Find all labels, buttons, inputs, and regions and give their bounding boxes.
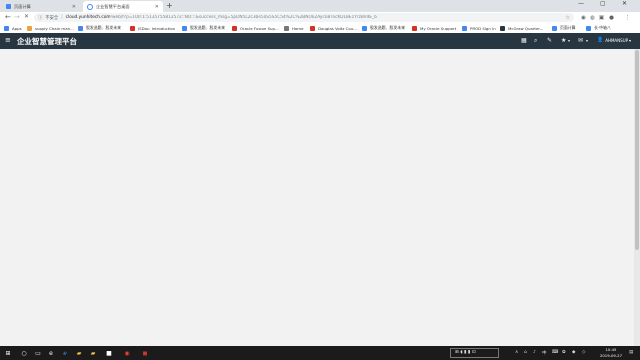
bookmark-item[interactable]: Douglas Voltz Cou... <box>310 24 357 32</box>
separator: | <box>61 15 63 20</box>
bookmark-item[interactable]: 页面计算 <box>552 24 576 32</box>
close-window-button[interactable]: ✕ <box>622 0 627 7</box>
browser-tab-active[interactable]: 企业智慧平台桌面 ✕ <box>83 1 163 12</box>
notifications-icon[interactable]: ▤ <box>629 350 633 355</box>
bookmark-apps[interactable]: Apps <box>4 24 22 32</box>
user-icon: 👤 <box>597 37 604 43</box>
folder-icon[interactable]: ▰ <box>89 349 97 357</box>
forward-icon[interactable]: → <box>14 13 20 21</box>
bookmark-icon <box>500 25 505 31</box>
chevron-down-icon[interactable]: ▾ <box>586 38 588 43</box>
search-icon[interactable]: ○ <box>20 349 28 357</box>
bookmark-item[interactable]: 股发选题、股发未来 <box>78 24 121 32</box>
file-explorer-icon[interactable]: ▰ <box>75 349 83 357</box>
browser-toolbar: ← → ✕ ⓘ 不安全 | cloud.yunhitech.com /web/f… <box>0 12 640 23</box>
hamburger-menu-icon[interactable]: ≡ <box>5 36 11 44</box>
bookmark-icon <box>284 25 289 31</box>
chevron-down-icon[interactable]: ▾ <box>568 38 570 43</box>
clock-date: 2019-09-27 <box>599 352 623 358</box>
security-label: 不安全 <box>45 15 59 21</box>
chevron-up-icon[interactable]: ∧ <box>515 350 518 355</box>
app-tray-icon[interactable]: ◇ <box>582 350 585 355</box>
extension-icon[interactable]: ▣ <box>598 14 605 21</box>
new-tab-button[interactable]: + <box>166 1 173 10</box>
system-clock[interactable]: 10:45 2019-09-27 <box>597 347 625 358</box>
bookmark-item[interactable]: Home <box>284 24 304 32</box>
loading-icon <box>87 3 93 10</box>
reload-icon[interactable]: ✕ <box>24 13 29 20</box>
app-icon[interactable]: ◼ <box>141 349 149 357</box>
bookmark-icon <box>232 25 237 31</box>
edge-icon[interactable]: e <box>47 349 55 357</box>
bookmark-icon <box>462 25 467 31</box>
edit-icon[interactable]: ✎ <box>547 37 552 44</box>
bookmark-item[interactable]: PROD Sign In <box>462 24 496 32</box>
minimize-button[interactable]: — <box>578 0 584 7</box>
chevron-down-icon: ▾ <box>629 37 632 43</box>
bookmark-item[interactable]: 长·中轴八 <box>586 24 611 32</box>
ie-icon[interactable]: ℯ <box>61 349 69 357</box>
task-view-icon[interactable]: ▭ <box>34 349 42 357</box>
bookmark-item[interactable]: 股发选题、股发未来 <box>182 24 225 32</box>
main-content <box>0 49 634 346</box>
search-icon[interactable]: ⌕ <box>534 37 537 45</box>
bookmark-icon <box>552 25 557 31</box>
scrollbar-thumb[interactable] <box>635 50 639 250</box>
user-menu[interactable]: 👤 AHMANSUP ▾ <box>597 37 631 43</box>
close-tab-icon[interactable]: ✕ <box>72 4 76 10</box>
taskbar: ⊞ ○ ▭ e ℯ ▰ ▰ ■ ◉ ◼ ⊞ ◖ ▮ ▮ ⊡ ∧ ⌂ ♪ 中 ⌨ … <box>0 346 640 360</box>
bookmark-icon <box>412 25 417 31</box>
close-tab-icon[interactable]: ✕ <box>155 4 159 10</box>
bookmark-star-icon[interactable]: ☆ <box>566 15 570 21</box>
bookmark-item[interactable]: JSDoc: Introduction <box>130 24 175 32</box>
app-tray-icon[interactable]: ◆ <box>572 350 575 355</box>
star-icon[interactable]: ★ <box>561 37 566 44</box>
maximize-button[interactable]: ▢ <box>600 0 606 7</box>
keyboard-icon[interactable]: ⌨ <box>552 350 559 355</box>
bookmark-icon <box>130 25 135 31</box>
bookmark-item[interactable]: McGraw Quarter... <box>500 24 543 32</box>
bookmark-item[interactable]: My Oracle Support <box>412 24 456 32</box>
url-host: cloud.yunhitech.com <box>65 15 111 20</box>
volume-icon[interactable]: ♪ <box>533 350 536 355</box>
menu-dots-icon[interactable]: ⋮ <box>624 14 631 21</box>
bookmark-icon <box>78 25 83 31</box>
browser-tab-strip: 页面计算 ✕ 企业智慧平台桌面 ✕ + — ▢ ✕ <box>0 0 640 12</box>
chrome-icon[interactable]: ◉ <box>123 349 131 357</box>
bookmark-icon <box>182 25 187 31</box>
bookmark-item[interactable]: Oracle Fusion Sup... <box>232 24 279 32</box>
browser-tab[interactable]: 页面计算 ✕ <box>2 1 80 12</box>
app-icon[interactable]: ■ <box>105 349 113 357</box>
mail-icon[interactable]: ✉ <box>578 37 583 44</box>
tab-title: 页面计算 <box>14 3 31 9</box>
extension-icon[interactable]: ◉ <box>580 14 587 21</box>
app-header: ≡ 企业智慧管理平台 ▦ ⌕ ✎ ★ ▾ ✉ ▾ 👤 AHMANSUP ▾ <box>0 33 640 49</box>
bookmark-icon <box>310 25 315 31</box>
info-icon[interactable]: ⓘ <box>38 15 42 21</box>
app-title: 企业智慧管理平台 <box>17 37 77 46</box>
apps-icon <box>4 25 9 31</box>
bookmark-icon <box>586 25 591 31</box>
page-icon <box>6 4 11 9</box>
app-tray-icon[interactable]: ✿ <box>562 350 566 355</box>
bookmark-item[interactable]: supply Chain man... <box>27 24 74 32</box>
profile-icon[interactable]: ● <box>608 14 615 21</box>
apps-grid-icon[interactable]: ▦ <box>521 37 527 44</box>
windows-start-icon[interactable]: ⊞ <box>4 349 12 357</box>
back-icon[interactable]: ← <box>5 13 11 21</box>
network-icon[interactable]: ⌂ <box>524 350 527 355</box>
ime-mode[interactable]: 中 <box>542 350 547 356</box>
user-name: AHMANSUP <box>605 37 629 43</box>
tray-icons[interactable]: ⊞ ◖ ▮ ▮ ⊡ <box>455 350 476 355</box>
folder-icon <box>27 25 32 31</box>
bookmark-item[interactable]: 股发选题、股发未来 <box>362 24 405 32</box>
tab-title: 企业智慧平台桌面 <box>96 3 130 9</box>
extension-icon[interactable]: ◍ <box>589 14 596 21</box>
address-bar[interactable]: ⓘ 不安全 | cloud.yunhitech.com /web/f?p=100… <box>34 13 574 22</box>
url-path: /web/f?p=100:1:5135755812572::NO:::&succ… <box>110 15 377 20</box>
bookmark-icon <box>362 25 367 31</box>
